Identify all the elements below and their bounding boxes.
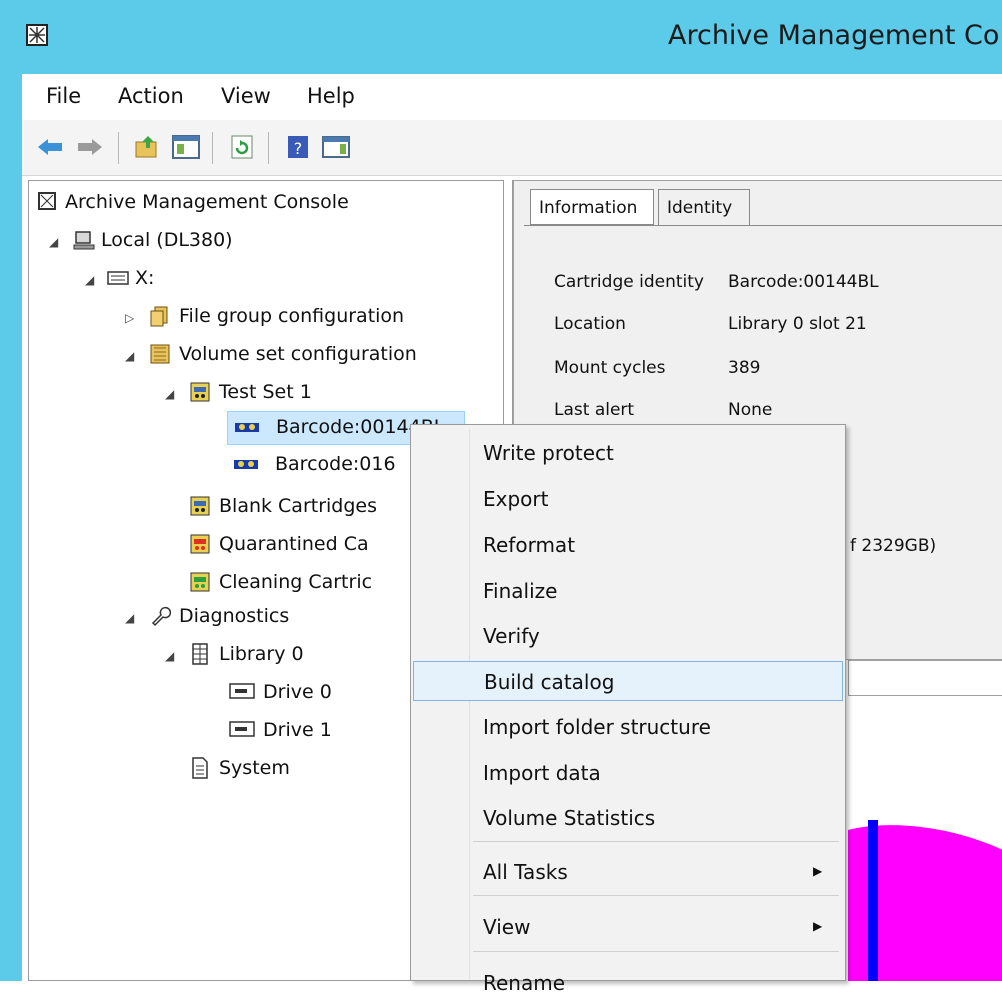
wrench-icon xyxy=(149,605,172,627)
tape-drive-icon xyxy=(229,719,255,741)
menu-separator xyxy=(473,951,839,952)
cartridge-set-icon xyxy=(189,381,211,403)
menu-item-import-data[interactable]: Import data xyxy=(413,753,843,793)
cartridge-set-icon xyxy=(189,495,211,517)
menu-item-rename[interactable]: Rename xyxy=(413,963,843,1003)
cartridge-identity-label: Cartridge identity xyxy=(554,272,704,292)
tree-item-volume-set-configuration[interactable]: ◢ Volume set configuration xyxy=(125,339,495,373)
context-menu: Write protect Export Reformat Finalize V… xyxy=(410,424,846,995)
action-pane-icon[interactable] xyxy=(320,132,352,162)
location-label: Location xyxy=(554,314,626,334)
up-folder-icon[interactable] xyxy=(132,132,164,162)
library-icon xyxy=(189,643,211,665)
menu-item-import-folder-structure[interactable]: Import folder structure xyxy=(413,707,843,747)
app-icon[interactable] xyxy=(26,24,48,46)
menu-item-finalize[interactable]: Finalize xyxy=(413,571,843,611)
menu-help[interactable]: Help xyxy=(307,84,355,108)
menu-item-all-tasks[interactable]: All Tasks ▶ xyxy=(413,852,843,892)
collapse-arrow-icon[interactable]: ◢ xyxy=(85,273,99,287)
collapse-arrow-icon[interactable]: ◢ xyxy=(165,387,179,401)
console-icon xyxy=(37,191,59,213)
lower-panel-field[interactable] xyxy=(848,660,1002,696)
menu-separator xyxy=(473,841,839,842)
menu-item-verify[interactable]: Verify xyxy=(413,616,843,656)
menu-item-volume-statistics[interactable]: Volume Statistics xyxy=(413,798,843,838)
menu-item-write-protect[interactable]: Write protect xyxy=(413,433,843,473)
back-icon[interactable] xyxy=(34,132,66,162)
expand-arrow-icon[interactable]: ▷ xyxy=(125,311,139,325)
drive-icon xyxy=(107,267,129,289)
cartridge-identity-value: Barcode:00144BL xyxy=(728,272,879,292)
menu-item-build-catalog[interactable]: Build catalog xyxy=(413,661,843,701)
menu-view[interactable]: View xyxy=(221,84,271,108)
menu-item-view[interactable]: View ▶ xyxy=(413,907,843,947)
mount-cycles-value: 389 xyxy=(728,358,761,378)
tree-item-test-set-1[interactable]: ◢ Test Set 1 xyxy=(165,377,465,411)
chart-slice-marker xyxy=(868,820,878,981)
menu-bar: File Action View Help xyxy=(22,74,1002,120)
submenu-arrow-icon: ▶ xyxy=(813,864,823,878)
forward-icon[interactable] xyxy=(74,132,106,162)
menu-file[interactable]: File xyxy=(46,84,81,108)
tree-item-drive-x[interactable]: ◢ X: xyxy=(85,263,485,297)
window-title: Archive Management Co xyxy=(668,20,1000,51)
cleaning-cartridge-icon xyxy=(189,571,211,593)
toolbar-separator xyxy=(268,132,269,164)
last-alert-label: Last alert xyxy=(554,400,635,420)
title-bar[interactable]: Archive Management Co xyxy=(0,0,1002,74)
menu-item-export[interactable]: Export xyxy=(413,479,843,519)
tab-information[interactable]: Information xyxy=(530,189,654,225)
collapse-arrow-icon[interactable]: ◢ xyxy=(125,349,139,363)
document-icon xyxy=(189,757,211,779)
menu-separator xyxy=(473,895,839,896)
tape-drive-icon xyxy=(229,681,255,703)
submenu-arrow-icon: ▶ xyxy=(813,919,823,933)
volume-usage-chart xyxy=(848,700,1002,981)
tree-item-local[interactable]: ◢ Local (DL380) xyxy=(49,225,489,259)
menu-action[interactable]: Action xyxy=(118,84,184,108)
toolbar: ? xyxy=(22,120,1002,176)
last-alert-value: None xyxy=(728,400,773,420)
tape-cartridge-icon xyxy=(234,418,259,440)
tree-item-root[interactable]: Archive Management Console xyxy=(37,187,497,221)
tab-identity[interactable]: Identity xyxy=(658,189,750,225)
capacity-value: f 2329GB) xyxy=(850,536,937,556)
file-group-icon xyxy=(149,305,171,327)
svg-text:?: ? xyxy=(294,139,303,158)
show-hide-tree-icon[interactable] xyxy=(170,132,202,162)
computer-icon xyxy=(73,229,95,251)
collapse-arrow-icon[interactable]: ◢ xyxy=(165,649,179,663)
mount-cycles-label: Mount cycles xyxy=(554,358,666,378)
volume-set-icon xyxy=(149,343,171,365)
tree-item-file-group-configuration[interactable]: ▷ File group configuration xyxy=(125,301,495,335)
collapse-arrow-icon[interactable]: ◢ xyxy=(49,235,63,249)
refresh-icon[interactable] xyxy=(226,132,258,162)
menu-item-reformat[interactable]: Reformat xyxy=(413,525,843,565)
collapse-arrow-icon[interactable]: ◢ xyxy=(125,611,139,625)
toolbar-separator xyxy=(212,132,213,164)
toolbar-separator xyxy=(118,132,119,164)
window-frame-left xyxy=(0,74,22,981)
location-value: Library 0 slot 21 xyxy=(728,314,867,334)
quarantined-cartridge-icon xyxy=(189,533,211,555)
tape-cartridge-icon xyxy=(233,455,258,477)
help-icon[interactable]: ? xyxy=(282,132,314,162)
